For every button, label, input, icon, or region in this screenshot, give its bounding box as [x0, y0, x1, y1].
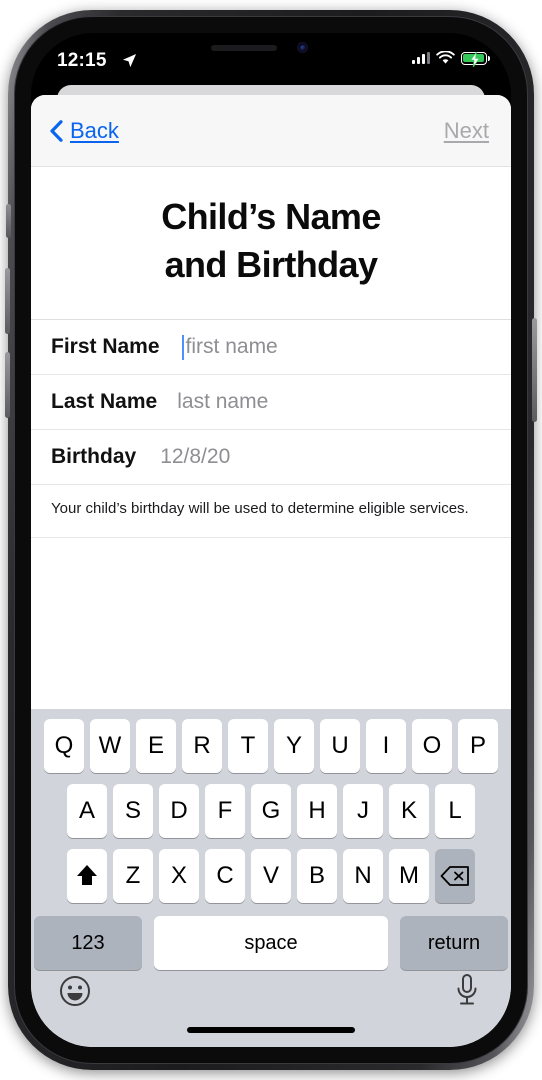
numbers-key[interactable]: 123 [34, 916, 142, 970]
back-button[interactable]: Back [49, 118, 119, 144]
phone-screen: 12:15 Back Next Child’s Name and Birthda… [31, 33, 511, 1047]
last-name-label: Last Name [51, 390, 158, 414]
key-m[interactable]: M [389, 849, 429, 903]
key-o[interactable]: O [412, 719, 452, 773]
status-indicators [412, 51, 490, 67]
back-button-label: Back [70, 117, 119, 143]
key-t[interactable]: T [228, 719, 268, 773]
earpiece-speaker [211, 45, 277, 51]
delete-key[interactable] [435, 849, 475, 903]
key-y[interactable]: Y [274, 719, 314, 773]
key-a[interactable]: A [67, 784, 107, 838]
first-name-input[interactable]: first name [181, 334, 278, 360]
chevron-left-icon [50, 119, 63, 142]
mute-switch[interactable] [6, 204, 11, 238]
key-b[interactable]: B [297, 849, 337, 903]
key-h[interactable]: H [297, 784, 337, 838]
volume-down-button[interactable] [5, 352, 10, 418]
content-filler [31, 537, 511, 666]
key-v[interactable]: V [251, 849, 291, 903]
space-key[interactable]: space [154, 916, 388, 970]
keyboard-row-3: Z X C V B N M [31, 848, 511, 904]
key-s[interactable]: S [113, 784, 153, 838]
modal-sheet: Back Next Child’s Name and Birthday Firs… [31, 95, 511, 1047]
charging-bolt-icon [469, 51, 481, 67]
key-f[interactable]: F [205, 784, 245, 838]
page-title-line-1: Child’s Name [161, 196, 381, 237]
key-z[interactable]: Z [113, 849, 153, 903]
page-title: Child’s Name and Birthday [31, 167, 511, 320]
birthday-row[interactable]: Birthday 12/8/20 [31, 430, 511, 486]
key-j[interactable]: J [343, 784, 383, 838]
location-arrow-icon [122, 53, 137, 68]
microphone-icon[interactable] [453, 973, 481, 1009]
key-l[interactable]: L [435, 784, 475, 838]
key-i[interactable]: I [366, 719, 406, 773]
last-name-row[interactable]: Last Name last name [31, 375, 511, 431]
front-camera [297, 42, 308, 53]
key-n[interactable]: N [343, 849, 383, 903]
home-indicator[interactable] [187, 1027, 355, 1033]
return-key[interactable]: return [400, 916, 508, 970]
keyboard-row-1: Q W E R T Y U I O P [31, 718, 511, 774]
cellular-signal-icon [412, 52, 430, 64]
shift-arrow-icon [77, 865, 97, 885]
page-title-line-2: and Birthday [164, 244, 378, 286]
keyboard-row-2: A S D F G H J K L [31, 783, 511, 839]
key-u[interactable]: U [320, 719, 360, 773]
key-p[interactable]: P [458, 719, 498, 773]
key-r[interactable]: R [182, 719, 222, 773]
key-g[interactable]: G [251, 784, 291, 838]
wifi-icon [436, 51, 455, 64]
key-e[interactable]: E [136, 719, 176, 773]
status-time: 12:15 [57, 50, 107, 71]
keyboard-bottom-bar [31, 963, 511, 1047]
device-frame: 12:15 Back Next Child’s Name and Birthda… [0, 0, 542, 1080]
key-x[interactable]: X [159, 849, 199, 903]
first-name-row[interactable]: First Name first name [31, 320, 511, 376]
navigation-bar: Back Next [31, 95, 511, 167]
birthday-label: Birthday [51, 445, 137, 469]
helper-text: Your child’s birthday will be used to de… [31, 485, 511, 538]
key-q[interactable]: Q [44, 719, 84, 773]
battery-charging-icon [461, 51, 490, 67]
first-name-placeholder: first name [185, 335, 278, 359]
emoji-smiley-icon[interactable] [59, 975, 91, 1007]
key-k[interactable]: K [389, 784, 429, 838]
last-name-input[interactable]: last name [177, 390, 268, 414]
shift-key[interactable] [67, 849, 107, 903]
first-name-label: First Name [51, 335, 160, 359]
backspace-delete-icon [440, 866, 469, 886]
onscreen-keyboard: Q W E R T Y U I O P A S D F G H J K L Z … [31, 709, 511, 1047]
form-section: First Name first name Last Name last nam… [31, 319, 511, 666]
key-d[interactable]: D [159, 784, 199, 838]
key-w[interactable]: W [90, 719, 130, 773]
birthday-value[interactable]: 12/8/20 [160, 445, 230, 469]
notch [155, 33, 387, 63]
next-button[interactable]: Next [444, 118, 489, 144]
key-c[interactable]: C [205, 849, 245, 903]
volume-up-button[interactable] [5, 268, 10, 334]
text-cursor [181, 334, 184, 360]
power-button[interactable] [532, 318, 537, 422]
